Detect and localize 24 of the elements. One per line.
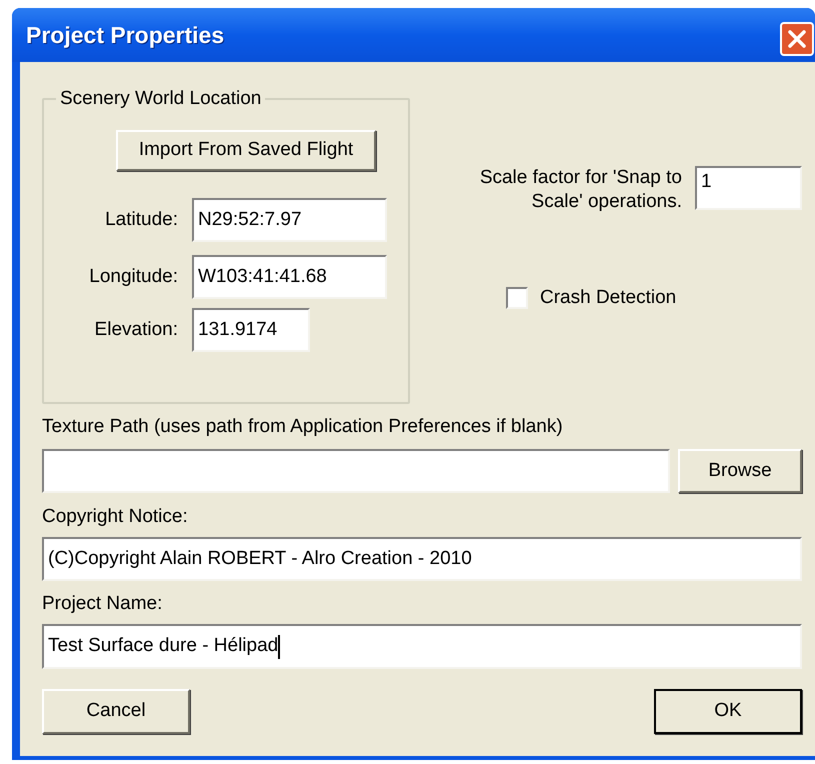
input-field[interactable]: 131.9174 [192, 308, 310, 352]
input-field[interactable]: N29:52:7.97 [192, 198, 387, 242]
input-field[interactable]: Test Surface dure - Hélipad [42, 624, 802, 669]
field-label: Elevation: [94, 318, 178, 342]
input-field[interactable]: W103:41:41.68 [192, 255, 387, 299]
field-label: Copyright Notice: [42, 506, 188, 528]
field-label: Project Name: [42, 593, 162, 615]
close-icon [787, 29, 807, 49]
dialog-button[interactable]: OK [654, 689, 802, 734]
checkbox[interactable] [506, 287, 528, 310]
scale-label: Scale factor for 'Snap to Scale' operations. [478, 166, 682, 214]
group-title: Scenery World Location [59, 88, 262, 110]
input-field[interactable]: (C)Copyright Alain ROBERT - Alro Creation - 2010 [42, 537, 802, 581]
dialog-button[interactable]: Cancel [42, 689, 190, 734]
window-title: Project Properties [26, 20, 224, 50]
close-button[interactable] [780, 22, 814, 56]
import-button[interactable]: Import From Saved Flight [116, 130, 376, 171]
input-field[interactable] [42, 449, 670, 493]
browse-button[interactable]: Browse [678, 449, 802, 493]
input-field[interactable]: 1 [695, 166, 802, 210]
field-label: Latitude: [104, 208, 178, 232]
checkbox-label: Crash Detection [540, 286, 676, 310]
field-label: Longitude: [88, 264, 178, 289]
field-label: Texture Path (uses path from Application Preferences if blank) [42, 416, 563, 438]
